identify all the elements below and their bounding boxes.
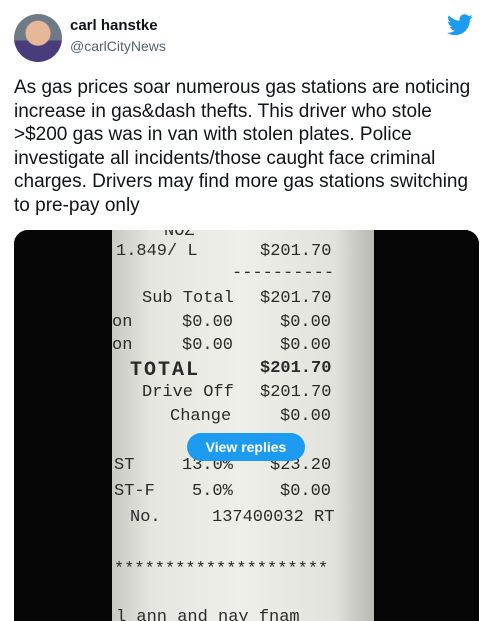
receipt-number-label: No. [130,508,161,527]
receipt-price-amount: $201.70 [260,242,332,261]
tweet-card: carl hanstke @carlCityNews As gas prices… [0,0,485,621]
receipt-top-fragment: NOZ [164,230,195,241]
receipt-tax2-label: ST-F [114,482,155,501]
author-name[interactable]: carl hanstke [70,17,158,34]
avatar[interactable] [14,14,62,62]
receipt-price-per-litre: 1.849/ L [116,242,198,261]
twitter-bird-icon[interactable] [447,14,473,36]
video-letterbox-right [374,230,479,621]
receipt-driveoff-value: $201.70 [260,383,332,402]
receipt-tax1-label: ST [114,456,135,475]
receipt-change-value: $0.00 [280,407,332,426]
receipt-row2-label: on [112,336,133,355]
receipt-driveoff-label: Drive Off [142,383,234,402]
receipt-total-label: TOTAL [130,359,201,382]
receipt-change-label: Change [170,407,232,426]
receipt-number-value: 137400032 RT [212,508,335,527]
receipt-bottom-fragment: l ann and nay fnam [116,608,300,621]
view-replies-button[interactable]: View replies [187,433,305,461]
receipt-row2-mid: $0.00 [182,336,234,355]
receipt-subtotal-value: $201.70 [260,289,332,308]
receipt-tax2-value: $0.00 [280,482,332,501]
receipt-image: NOZ 1.849/ L $201.70 ---------- Sub Tota… [112,230,374,621]
receipt-row1-value: $0.00 [280,313,332,332]
author-handle[interactable]: @carlCityNews [70,38,166,54]
receipt-row1-label: on [112,313,133,332]
video-media[interactable]: NOZ 1.849/ L $201.70 ---------- Sub Tota… [14,230,479,621]
receipt-stars-line: ********************* [114,560,329,579]
receipt-subtotal-label: Sub Total [142,289,234,308]
receipt-row2-value: $0.00 [280,336,332,355]
receipt-dash-line: ---------- [232,264,335,283]
receipt-total-value: $201.70 [260,359,332,378]
receipt-row1-mid: $0.00 [182,313,234,332]
video-letterbox-left [14,230,112,621]
receipt-tax2-rate: 5.0% [192,482,233,501]
tweet-text: As gas prices soar numerous gas stations… [14,77,471,216]
